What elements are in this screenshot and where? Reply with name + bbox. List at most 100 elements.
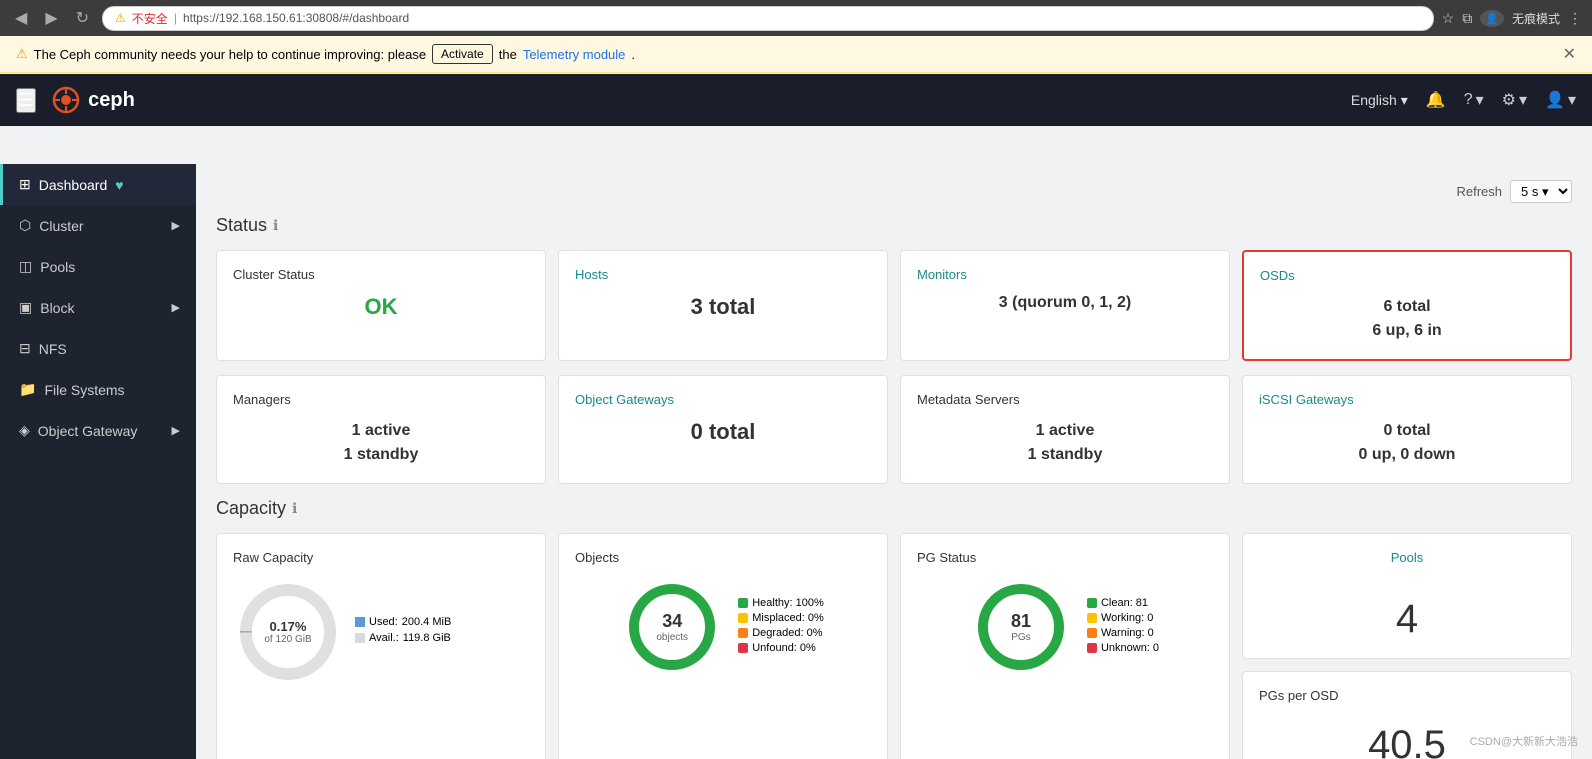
- pg-count: 81 PGs: [1011, 611, 1031, 643]
- refresh-select[interactable]: 5 s ▾: [1510, 180, 1572, 203]
- cluster-status-title: Cluster Status: [233, 267, 529, 282]
- telemetry-banner: ⚠ The Ceph community needs your help to …: [0, 36, 1592, 73]
- hosts-card: Hosts 3 total: [558, 250, 888, 361]
- pg-status-card: PG Status 81 PGs Clea: [900, 533, 1230, 759]
- reload-button[interactable]: ↻: [71, 6, 94, 30]
- osds-title[interactable]: OSDs: [1260, 268, 1554, 283]
- right-capacity-cards: Pools 4 PGs per OSD 40.5: [1242, 533, 1572, 759]
- language-label: English: [1351, 92, 1397, 108]
- banner-period: .: [631, 47, 635, 62]
- language-arrow-icon: ▾: [1401, 92, 1408, 109]
- osds-value: 6 total 6 up, 6 in: [1260, 295, 1554, 343]
- objects-card: Objects 34 objects He: [558, 533, 888, 759]
- unfound-dot: [738, 643, 748, 653]
- raw-capacity-title: Raw Capacity: [233, 550, 529, 565]
- sidebar-label-dashboard: Dashboard: [39, 177, 108, 193]
- metadata-servers-title: Metadata Servers: [917, 392, 1213, 407]
- telemetry-link[interactable]: Telemetry module: [523, 47, 626, 62]
- healthy-label: Healthy: 100%: [752, 597, 824, 609]
- help-button[interactable]: ? ▾: [1464, 90, 1484, 110]
- raw-capacity-donut: 0.17% of 120 GiB: [233, 577, 343, 687]
- back-button[interactable]: ◀: [10, 6, 32, 30]
- misplaced-dot: [738, 613, 748, 623]
- banner-text-after: the: [499, 47, 517, 62]
- working-label: Working: 0: [1101, 612, 1153, 624]
- raw-capacity-legend: Used: 200.4 MiB Avail.: 119.8 GiB: [355, 616, 451, 648]
- sidebar-item-pools[interactable]: ◫ Pools: [0, 246, 196, 287]
- object-gateways-title[interactable]: Object Gateways: [575, 392, 871, 407]
- settings-button[interactable]: ⚙ ▾: [1502, 90, 1527, 110]
- cluster-arrow-icon: ▶: [172, 219, 180, 232]
- bell-icon: 🔔: [1426, 90, 1446, 110]
- healthy-legend: Healthy: 100%: [738, 597, 824, 609]
- close-banner-button[interactable]: ✕: [1563, 44, 1576, 64]
- url-separator: |: [174, 11, 177, 25]
- incognito-label: 无痕模式: [1512, 10, 1560, 27]
- pools-icon: ◫: [19, 258, 32, 275]
- sidebar-label-block: Block: [40, 300, 74, 316]
- warning-label: Warning: 0: [1101, 627, 1154, 639]
- main-content: Refresh 5 s ▾ Status ℹ Cluster Status OK…: [196, 164, 1592, 759]
- hamburger-button[interactable]: ☰: [16, 88, 36, 113]
- sidebar-item-filesystems[interactable]: 📁 File Systems: [0, 369, 196, 410]
- dashboard-icon: ⊞: [19, 176, 31, 193]
- legend-avail: Avail.: 119.8 GiB: [355, 632, 451, 644]
- used-color-swatch: [355, 617, 365, 627]
- iscsi-gateways-title[interactable]: iSCSI Gateways: [1259, 392, 1555, 407]
- avail-value: 119.8 GiB: [403, 632, 451, 644]
- user-arrow-icon: ▾: [1568, 90, 1576, 110]
- managers-title: Managers: [233, 392, 529, 407]
- degraded-legend: Degraded: 0%: [738, 627, 824, 639]
- objects-donut: 34 objects: [622, 577, 722, 677]
- user-button[interactable]: 👤 ▾: [1545, 90, 1576, 110]
- cluster-status-card: Cluster Status OK: [216, 250, 546, 361]
- used-label: Used:: [369, 616, 398, 628]
- object-gateway-icon: ◈: [19, 422, 30, 439]
- pools-title[interactable]: Pools: [1391, 550, 1424, 565]
- pools-card: Pools 4: [1242, 533, 1572, 659]
- cluster-status-value: OK: [233, 294, 529, 320]
- objects-title: Objects: [575, 550, 871, 565]
- metadata-servers-card: Metadata Servers 1 active 1 standby: [900, 375, 1230, 484]
- hosts-title[interactable]: Hosts: [575, 267, 871, 282]
- url-text: https://192.168.150.61:30808/#/dashboard: [183, 11, 409, 25]
- language-selector[interactable]: English ▾: [1351, 92, 1408, 109]
- notifications-button[interactable]: 🔔: [1426, 90, 1446, 110]
- capacity-info-icon: ℹ: [292, 500, 297, 517]
- status-section-title: Status ℹ: [216, 215, 1572, 236]
- capacity-cards: Raw Capacity 0.17% of 120 GiB: [216, 533, 1572, 759]
- metadata-servers-value: 1 active 1 standby: [917, 419, 1213, 467]
- status-cards-row2: Managers 1 active 1 standby Object Gatew…: [216, 375, 1572, 484]
- activate-button[interactable]: Activate: [432, 44, 493, 64]
- capacity-section-title: Capacity ℹ: [216, 498, 1572, 519]
- degraded-dot: [738, 628, 748, 638]
- user-account-button[interactable]: 👤: [1480, 10, 1504, 27]
- raw-capacity-card: Raw Capacity 0.17% of 120 GiB: [216, 533, 546, 759]
- sidebar-item-block[interactable]: ▣ Block ▶: [0, 287, 196, 328]
- settings-icon: ⚙: [1502, 90, 1516, 110]
- pg-inner: 81 PGs Clean: 81 Working: 0: [917, 577, 1213, 677]
- raw-capacity-inner: 0.17% of 120 GiB Used: 200.4 MiB Avail.:: [233, 577, 529, 687]
- objects-legend: Healthy: 100% Misplaced: 0% Degraded: 0%: [738, 597, 824, 657]
- forward-button[interactable]: ▶: [40, 6, 62, 30]
- unknown-label: Unknown: 0: [1101, 642, 1159, 654]
- sidebar-label-filesystems: File Systems: [44, 382, 124, 398]
- sidebar-item-dashboard[interactable]: ⊞ Dashboard ♥: [0, 164, 196, 205]
- window-button[interactable]: ⧉: [1462, 10, 1472, 27]
- sidebar-item-object-gateway[interactable]: ◈ Object Gateway ▶: [0, 410, 196, 451]
- sidebar-item-cluster[interactable]: ⬡ Cluster ▶: [0, 205, 196, 246]
- logo: ceph: [52, 86, 135, 114]
- warning-legend: Warning: 0: [1087, 627, 1159, 639]
- warning-dot: [1087, 628, 1097, 638]
- hosts-value: 3 total: [575, 294, 871, 320]
- topnav: ☰ ceph English ▾ 🔔 ? ▾ ⚙ ▾: [0, 74, 1592, 126]
- monitors-title[interactable]: Monitors: [917, 267, 1213, 282]
- chrome-menu-button[interactable]: ⋮: [1568, 10, 1582, 27]
- security-warning-icon: ⚠: [115, 11, 126, 25]
- sidebar-item-nfs[interactable]: ⊟ NFS: [0, 328, 196, 369]
- url-bar[interactable]: ⚠ 不安全 | https://192.168.150.61:30808/#/d…: [102, 6, 1434, 31]
- unfound-label: Unfound: 0%: [752, 642, 816, 654]
- refresh-bar: Refresh 5 s ▾: [216, 180, 1572, 203]
- star-button[interactable]: ☆: [1442, 10, 1455, 27]
- sidebar-label-cluster: Cluster: [39, 218, 83, 234]
